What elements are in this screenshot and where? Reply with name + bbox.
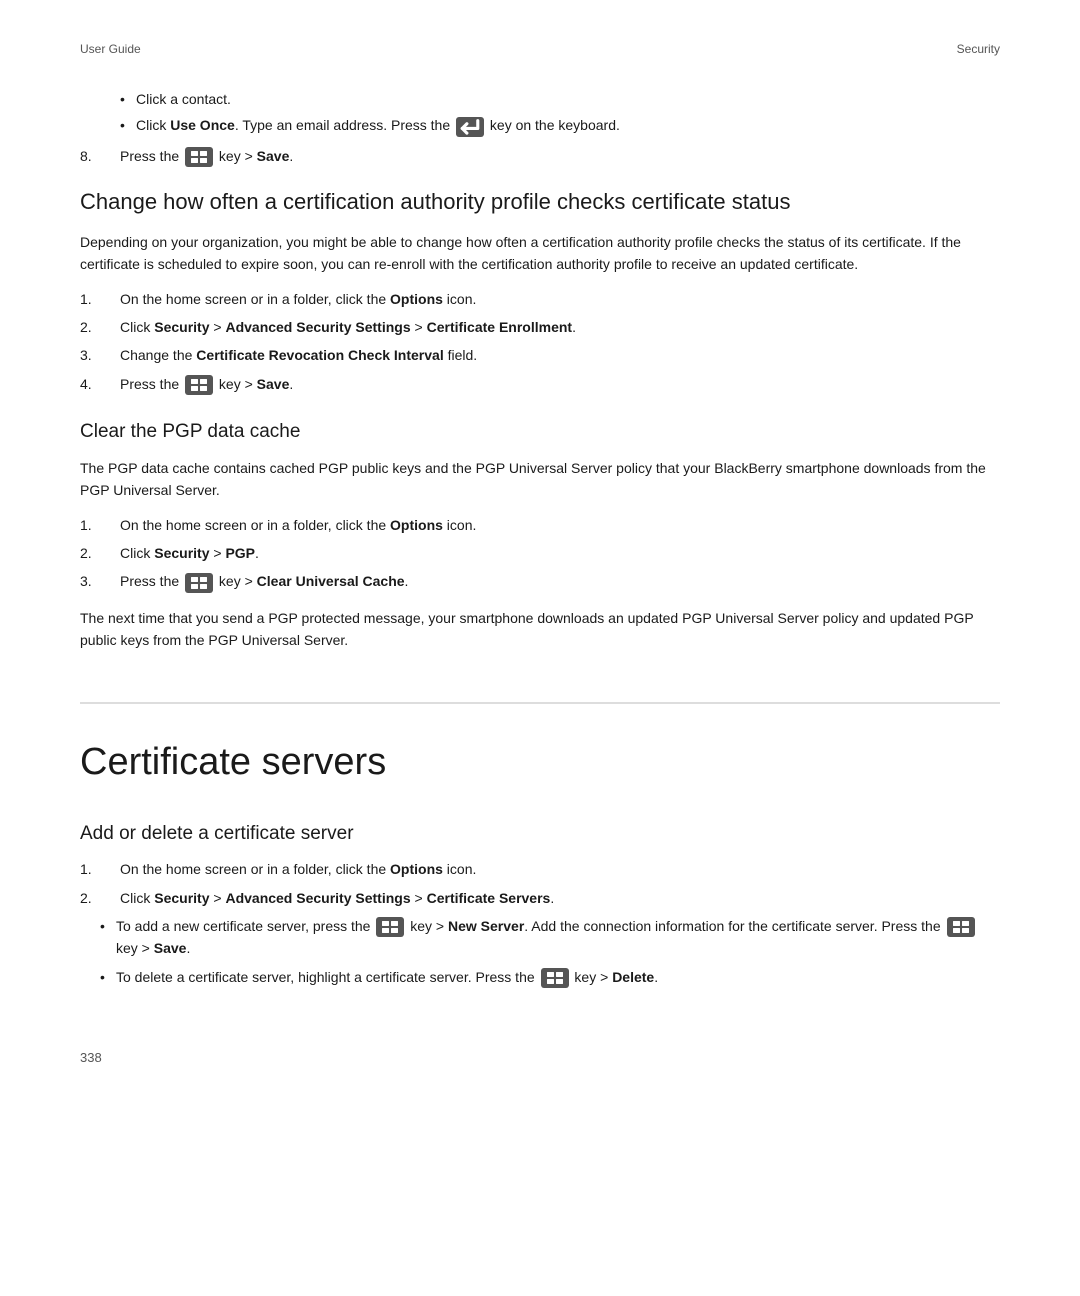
header-right: Security	[957, 40, 1000, 58]
page: User Guide Security Click a contact. Cli…	[80, 40, 1000, 1068]
intro-bullet-1: Click a contact.	[120, 88, 1000, 110]
menu-key-icon-sub1b	[947, 917, 975, 937]
section3-steps: 1. On the home screen or in a folder, cl…	[80, 858, 1000, 909]
section1-title: Change how often a certification authori…	[80, 187, 1000, 217]
step-content: Click Security > PGP.	[120, 542, 1000, 564]
step-num: 2.	[80, 887, 120, 909]
step-content: Click Security > Advanced Security Setti…	[120, 316, 1000, 338]
section1-step-3: 3. Change the Certificate Revocation Che…	[80, 344, 1000, 366]
step-num: 2.	[80, 316, 120, 338]
step-num: 1.	[80, 514, 120, 536]
intro-bullet-list: Click a contact. Click Use Once. Type an…	[120, 88, 1000, 137]
section1-body: Depending on your organization, you migh…	[80, 231, 1000, 276]
section1-step-2: 2. Click Security > Advanced Security Se…	[80, 316, 1000, 338]
header-left: User Guide	[80, 40, 141, 58]
step-8-num: 8.	[80, 145, 120, 167]
section2-footer: The next time that you send a PGP protec…	[80, 607, 1000, 652]
section1-steps: 1. On the home screen or in a folder, cl…	[80, 288, 1000, 396]
section2-body: The PGP data cache contains cached PGP p…	[80, 457, 1000, 502]
step-content: On the home screen or in a folder, click…	[120, 514, 1000, 536]
step-content: Click Security > Advanced Security Setti…	[120, 887, 1000, 909]
step-num: 4.	[80, 373, 120, 395]
section3-step-1: 1. On the home screen or in a folder, cl…	[80, 858, 1000, 880]
section3-step-2: 2. Click Security > Advanced Security Se…	[80, 887, 1000, 909]
section1-step-1: 1. On the home screen or in a folder, cl…	[80, 288, 1000, 310]
menu-key-icon-s2s3	[185, 573, 213, 593]
chapter-title: Certificate servers	[80, 702, 1000, 791]
menu-key-icon-s8	[185, 147, 213, 167]
page-header: User Guide Security	[80, 40, 1000, 58]
step-8: 8. Press the key > Save.	[80, 145, 1000, 167]
step-num: 3.	[80, 570, 120, 592]
step-num: 1.	[80, 288, 120, 310]
menu-key-icon-sub2	[541, 968, 569, 988]
page-number: 338	[80, 1050, 102, 1065]
section2-step-1: 1. On the home screen or in a folder, cl…	[80, 514, 1000, 536]
step-num: 3.	[80, 344, 120, 366]
section3-title: Add or delete a certificate server	[80, 821, 1000, 847]
page-footer: 338	[80, 1048, 1000, 1068]
step-num: 1.	[80, 858, 120, 880]
enter-key-icon-intro	[456, 117, 484, 137]
step-content: Press the key > Clear Universal Cache.	[120, 570, 1000, 592]
sub-bullet-2: To delete a certificate server, highligh…	[100, 966, 1000, 988]
intro-bullet-2: Click Use Once. Type an email address. P…	[120, 114, 1000, 136]
sub-bullet-1: To add a new certificate server, press t…	[100, 915, 1000, 960]
step-num: 2.	[80, 542, 120, 564]
section2-step-3: 3. Press the key > Clear Universal Cache…	[80, 570, 1000, 592]
menu-key-icon-s1s4	[185, 375, 213, 395]
section2-title: Clear the PGP data cache	[80, 419, 1000, 445]
section2-step-2: 2. Click Security > PGP.	[80, 542, 1000, 564]
step-content: Change the Certificate Revocation Check …	[120, 344, 1000, 366]
step-content: On the home screen or in a folder, click…	[120, 858, 1000, 880]
step-content: On the home screen or in a folder, click…	[120, 288, 1000, 310]
section1-step-4: 4. Press the key > Save.	[80, 373, 1000, 395]
section2-steps: 1. On the home screen or in a folder, cl…	[80, 514, 1000, 593]
section3-sub-bullets: To add a new certificate server, press t…	[100, 915, 1000, 988]
step-8-content: Press the key > Save.	[120, 145, 1000, 167]
step-content: Press the key > Save.	[120, 373, 1000, 395]
menu-key-icon-sub1a	[376, 917, 404, 937]
